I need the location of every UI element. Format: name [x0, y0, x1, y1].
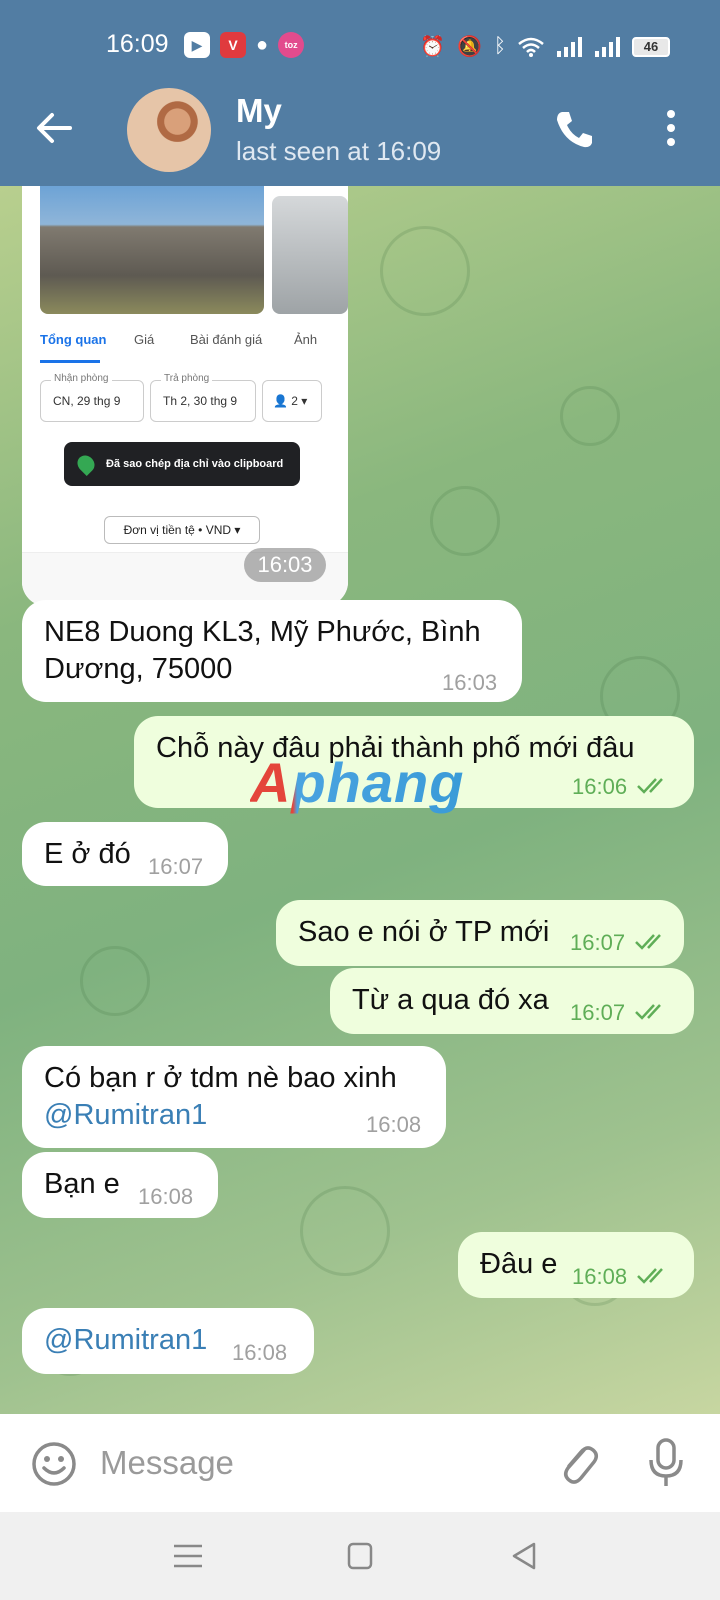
alarm-icon: ⏰: [420, 36, 446, 58]
message-time: 16:08: [572, 1264, 628, 1289]
message-incoming[interactable]: @Rumitran1 16:08: [22, 1308, 314, 1374]
hotel-photo: [40, 186, 264, 314]
guests-field: 👤 2 ▾: [262, 380, 322, 422]
emoji-icon[interactable]: [30, 1440, 78, 1488]
more-options-icon[interactable]: [656, 106, 686, 152]
message-time: 16:03: [244, 548, 326, 582]
back-arrow-icon[interactable]: [30, 104, 78, 152]
chat-header: 16:09 ▶ V ● toz ⏰ 🔕 ᛒ 46 My last seen at…: [0, 0, 720, 186]
checkin-field: Nhận phòng CN, 29 thg 9: [40, 373, 144, 422]
background-doodle: [80, 946, 150, 1016]
message-text: Từ a qua đó xa: [352, 984, 549, 1016]
message-incoming[interactable]: E ở đó 16:07: [22, 822, 228, 886]
tab-underline: [40, 360, 100, 363]
message-time: 16:08: [138, 1184, 194, 1209]
watermark-logo: Aphang: [250, 751, 465, 814]
home-icon[interactable]: [342, 1540, 378, 1572]
signal-icon: [557, 36, 582, 57]
user-mention-link[interactable]: @Rumitran1: [44, 1322, 207, 1359]
back-nav-icon[interactable]: [506, 1540, 542, 1572]
message-time: 16:07: [570, 1000, 626, 1025]
message-time: 16:08: [232, 1340, 288, 1365]
message-text: Sao e nói ở TP mới: [298, 916, 550, 948]
message-time: 16:07: [148, 854, 204, 879]
checkout-field: Trả phòng Th 2, 30 thg 9: [150, 373, 256, 422]
message-incoming[interactable]: NE8 Duong KL3, Mỹ Phước, Bình Dương, 750…: [22, 600, 522, 702]
currency-selector: Đơn vị tiền tệ • VND ▾: [104, 516, 260, 544]
signal-icon-2: [595, 36, 620, 57]
message-time: 16:08: [366, 1112, 422, 1137]
user-mention-link[interactable]: @Rumitran1: [44, 1097, 397, 1134]
image-message[interactable]: Tổng quan Giá Bài đánh giá Ảnh Nhận phòn…: [22, 186, 348, 606]
hotel-photo-secondary: [272, 196, 348, 314]
message-text: Có bạn r ở tdm nè bao xinh: [44, 1062, 397, 1094]
status-bar: 16:09 ▶ V ● toz ⏰ 🔕 ᛒ 46: [0, 26, 720, 66]
youtube-icon: ▶: [184, 32, 210, 58]
background-doodle: [430, 486, 500, 556]
clipboard-toast: Đã sao chép địa chỉ vào clipboard: [64, 442, 300, 486]
battery-icon: 46: [632, 36, 670, 57]
maps-icon: [73, 451, 99, 477]
mute-icon: 🔕: [457, 36, 482, 58]
background-doodle: [380, 226, 470, 316]
tab-price: Giá: [134, 332, 155, 347]
message-incoming[interactable]: Có bạn r ở tdm nè bao xinh @Rumitran1 16…: [22, 1046, 446, 1148]
wifi-icon: [518, 37, 544, 57]
message-time: 16:03: [442, 670, 498, 695]
phone-icon[interactable]: [552, 106, 598, 152]
message-outgoing[interactable]: Từ a qua đó xa 16:07: [330, 968, 694, 1034]
microphone-icon[interactable]: [646, 1436, 686, 1490]
contact-name[interactable]: My: [236, 92, 282, 130]
avatar[interactable]: [127, 88, 211, 172]
hotel-tabs: Tổng quan Giá Bài đánh giá Ảnh: [40, 328, 336, 363]
message-text: Dương, 75000: [44, 653, 233, 685]
message-input[interactable]: [100, 1440, 520, 1486]
chat-area[interactable]: Tổng quan Giá Bài đánh giá Ảnh Nhận phòn…: [0, 186, 720, 1414]
tab-overview: Tổng quan: [40, 332, 107, 347]
message-input-bar: [0, 1414, 720, 1512]
message-text: Đâu e: [480, 1248, 558, 1280]
last-seen-status: last seen at 16:09: [236, 136, 442, 166]
message-text: E ở đó: [44, 838, 131, 870]
tab-reviews: Bài đánh giá: [190, 332, 263, 347]
double-check-icon: [637, 778, 663, 794]
menu-icon[interactable]: [170, 1540, 206, 1572]
background-doodle: [560, 386, 620, 446]
status-time: 16:09: [106, 30, 169, 58]
message-incoming[interactable]: Bạn e 16:08: [22, 1152, 218, 1218]
background-doodle: [300, 1186, 390, 1276]
attach-icon[interactable]: [554, 1438, 602, 1488]
app-notification-icon: toz: [278, 32, 305, 58]
message-text: NE8 Duong KL3, Mỹ Phước, Bình: [44, 616, 481, 648]
system-navigation-bar: [0, 1512, 720, 1600]
location-icon: ●: [256, 33, 269, 56]
message-time: 16:06: [572, 774, 628, 799]
message-text: Bạn e: [44, 1168, 120, 1200]
tab-photos: Ảnh: [294, 332, 318, 347]
double-check-icon: [635, 934, 661, 950]
message-outgoing[interactable]: Sao e nói ở TP mới 16:07: [276, 900, 684, 966]
bluetooth-icon: ᛒ: [494, 35, 506, 57]
double-check-icon: [635, 1004, 661, 1020]
vivaldi-icon: V: [220, 32, 246, 58]
message-time: 16:07: [570, 930, 626, 955]
double-check-icon: [637, 1268, 663, 1284]
message-outgoing[interactable]: Đâu e 16:08: [458, 1232, 694, 1298]
